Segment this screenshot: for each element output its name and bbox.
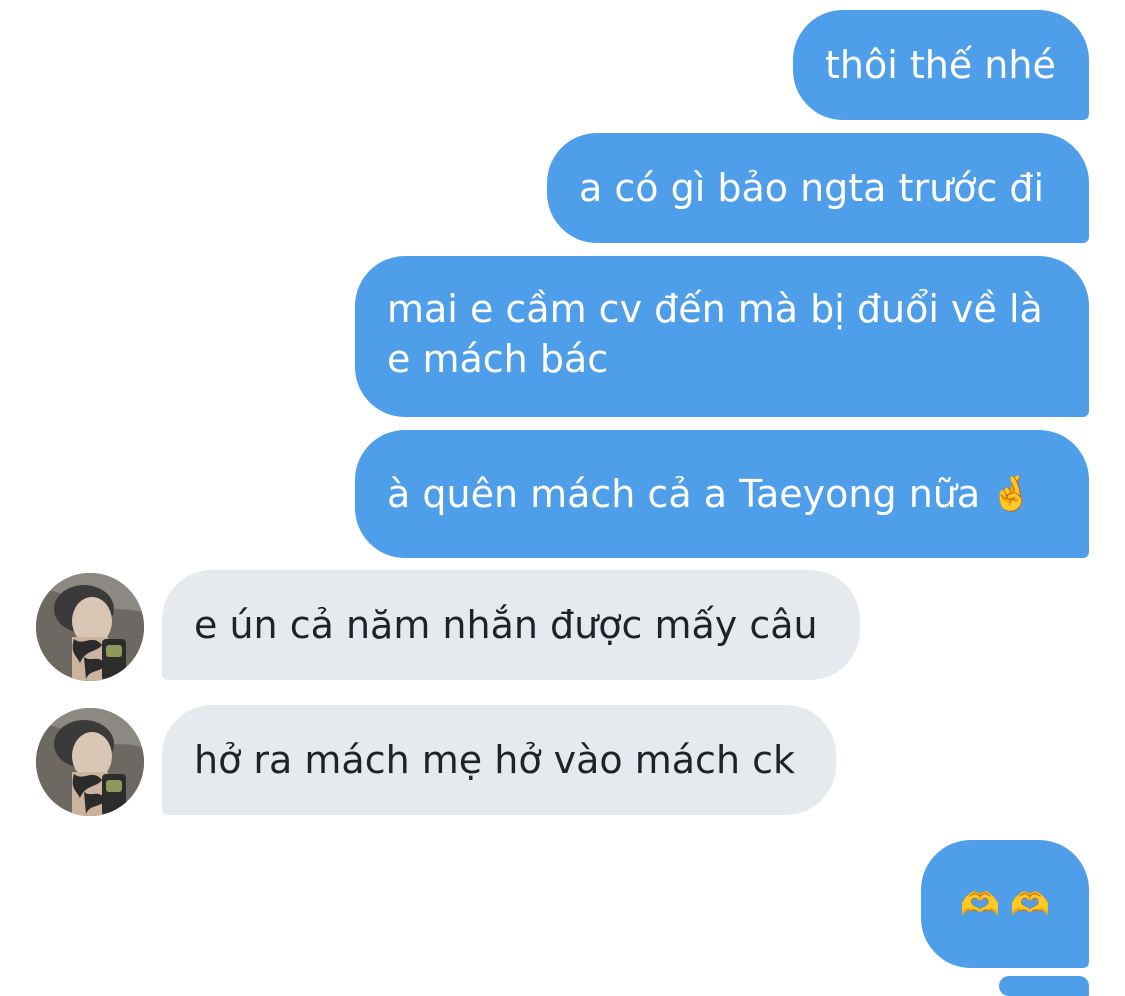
message-bubble-outgoing[interactable]: 🫶 🫶 xyxy=(921,840,1089,968)
message-text: e ún cả năm nhắn được mấy câu xyxy=(194,603,818,647)
contact-avatar[interactable] xyxy=(36,573,144,681)
message-bubble-outgoing[interactable]: thôi thế nhé xyxy=(793,10,1089,120)
avatar-image xyxy=(36,573,144,681)
message-bubble-incoming[interactable]: e ún cả năm nhắn được mấy câu xyxy=(162,570,860,680)
message-text: hở ra mách mẹ hở vào mách ck xyxy=(194,738,796,782)
conversation-view: thôi thế nhé a có gì bảo ngta trước đi m… xyxy=(0,0,1125,996)
message-bubble-outgoing[interactable]: mai e cầm cv đến mà bị đuổi về là e mách… xyxy=(355,256,1089,417)
message-text: mai e cầm cv đến mà bị đuổi về là e mách… xyxy=(387,287,1043,381)
message-text: à quên mách cả a Taeyong nữa xyxy=(387,472,981,516)
crossed-fingers-emoji-icon: 🤞 xyxy=(990,474,1033,514)
message-text: a có gì bảo ngta trước đi xyxy=(579,166,1045,210)
contact-avatar[interactable] xyxy=(36,708,144,816)
heart-hands-emoji-icon: 🫶 🫶 xyxy=(960,885,1050,923)
message-bubble-incoming[interactable]: hở ra mách mẹ hở vào mách ck xyxy=(162,705,836,815)
avatar-image xyxy=(36,708,144,816)
next-message-peek xyxy=(999,976,1089,996)
message-bubble-outgoing[interactable]: a có gì bảo ngta trước đi xyxy=(547,133,1089,243)
message-text: thôi thế nhé xyxy=(825,43,1056,87)
message-bubble-outgoing[interactable]: à quên mách cả a Taeyong nữa 🤞 xyxy=(355,430,1089,558)
